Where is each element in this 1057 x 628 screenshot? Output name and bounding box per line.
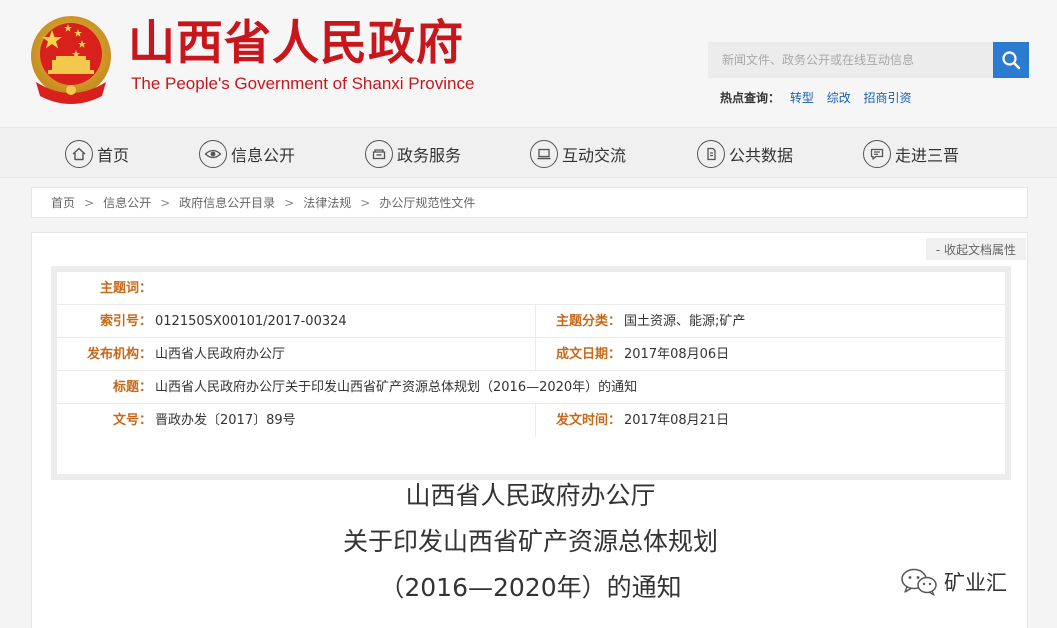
metadata-key: 发布机构：: [86, 347, 152, 362]
document-title-line: （2016—2020年）的通知: [379, 573, 682, 602]
nav-label: 走进三晋: [895, 146, 960, 165]
nav-item-interaction[interactable]: 互动交流: [530, 140, 626, 168]
breadcrumb-item[interactable]: 政府信息公开目录: [179, 194, 275, 211]
breadcrumb-item[interactable]: 办公厅规范性文件: [379, 194, 475, 211]
search-button[interactable]: [993, 42, 1029, 78]
breadcrumb-separator: >: [84, 195, 95, 210]
metadata-box: 主题词： 索引号： 012150SX00101/2017-00324 主题分类：…: [51, 266, 1011, 480]
metadata-table: 主题词： 索引号： 012150SX00101/2017-00324 主题分类：…: [57, 272, 1005, 474]
metadata-key: 文号：: [112, 413, 152, 428]
nav-item-home[interactable]: 首页: [65, 140, 129, 168]
main-nav: 首页 信息公开 政务服务 互动交流 公共数据 走进三晋: [0, 127, 1057, 178]
nav-label: 首页: [97, 146, 130, 165]
breadcrumb-separator: >: [360, 195, 371, 210]
wechat-icon: [901, 568, 937, 596]
metadata-key: 索引号：: [99, 314, 152, 329]
metadata-value: 山西省人民政府办公厅: [155, 347, 286, 362]
collapse-metadata-button[interactable]: - 收起文档属性: [925, 238, 1026, 260]
metadata-value: 国土资源、能源;矿产: [624, 314, 746, 329]
document-title-line: 关于印发山西省矿产资源总体规划: [342, 527, 718, 556]
nav-item-services[interactable]: 政务服务: [365, 140, 461, 168]
breadcrumb-separator: >: [284, 195, 295, 210]
metadata-value: 2017年08月06日: [624, 347, 730, 362]
metadata-value: 012150SX00101/2017-00324: [155, 314, 347, 329]
nav-item-data[interactable]: 公共数据: [697, 140, 793, 168]
site-title-en[interactable]: The People's Government of Shanxi Provin…: [131, 74, 474, 94]
metadata-row: 标题： 山西省人民政府办公厅关于印发山西省矿产资源总体规划（2016—2020年…: [57, 371, 1005, 404]
nav-item-shanxi[interactable]: 走进三晋: [863, 140, 959, 168]
metadata-row: 文号： 晋政办发〔2017〕89号 发文时间： 2017年08月21日: [57, 404, 1005, 437]
hot-search-label: 热点查询：: [720, 91, 781, 105]
laptop-icon: [530, 140, 558, 168]
metadata-row: 索引号： 012150SX00101/2017-00324 主题分类： 国土资源…: [57, 305, 1005, 338]
breadcrumb-item[interactable]: 法律法规: [303, 194, 351, 211]
nav-label: 公共数据: [729, 146, 794, 165]
breadcrumb: 首页 > 信息公开 > 政府信息公开目录 > 法律法规 > 办公厅规范性文件: [31, 187, 1028, 218]
hot-search-link[interactable]: 综改: [827, 91, 851, 105]
hot-search-link[interactable]: 招商引资: [864, 91, 912, 105]
document-panel: - 收起文档属性 主题词： 索引号： 012150SX00101/2017-00…: [31, 232, 1028, 628]
nav-label: 信息公开: [231, 146, 296, 165]
metadata-row: 发布机构： 山西省人民政府办公厅 成文日期： 2017年08月06日: [57, 338, 1005, 371]
watermark: 矿业汇: [900, 567, 1007, 597]
nav-label: 政务服务: [397, 146, 462, 165]
metadata-key: 主题词：: [99, 281, 152, 296]
nav-label: 互动交流: [562, 146, 627, 165]
metadata-key: 成文日期：: [555, 347, 621, 362]
eye-icon: [199, 140, 227, 168]
national-emblem-icon: [31, 16, 111, 104]
chat-icon: [863, 140, 891, 168]
metadata-key: 主题分类：: [555, 314, 621, 329]
site-title-cn[interactable]: 山西省人民政府: [128, 16, 464, 72]
search-input[interactable]: [708, 42, 993, 78]
document-title-line: 山西省人民政府办公厅: [405, 481, 656, 510]
metadata-row: 主题词：: [57, 272, 1005, 305]
metadata-key: 标题：: [112, 380, 152, 395]
home-icon: [65, 140, 93, 168]
hot-search: 热点查询： 转型 综改 招商引资: [720, 89, 921, 106]
breadcrumb-item[interactable]: 首页: [51, 194, 75, 211]
hot-search-link[interactable]: 转型: [790, 91, 814, 105]
search-icon: [1002, 51, 1021, 70]
tray-icon: [365, 140, 393, 168]
breadcrumb-separator: >: [160, 195, 171, 210]
site-header: 山西省人民政府 The People's Government of Shanx…: [0, 0, 1057, 127]
metadata-value: 2017年08月21日: [624, 413, 730, 428]
watermark-text: 矿业汇: [944, 571, 1007, 595]
metadata-value: 山西省人民政府办公厅关于印发山西省矿产资源总体规划（2016—2020年）的通知: [155, 380, 638, 395]
document-title: 山西省人民政府办公厅 关于印发山西省矿产资源总体规划 （2016—2020年）的…: [32, 473, 1029, 611]
metadata-value: 晋政办发〔2017〕89号: [155, 413, 296, 428]
metadata-key: 发文时间：: [555, 413, 621, 428]
nav-item-info[interactable]: 信息公开: [199, 140, 295, 168]
data-icon: [697, 140, 725, 168]
breadcrumb-item[interactable]: 信息公开: [103, 194, 151, 211]
